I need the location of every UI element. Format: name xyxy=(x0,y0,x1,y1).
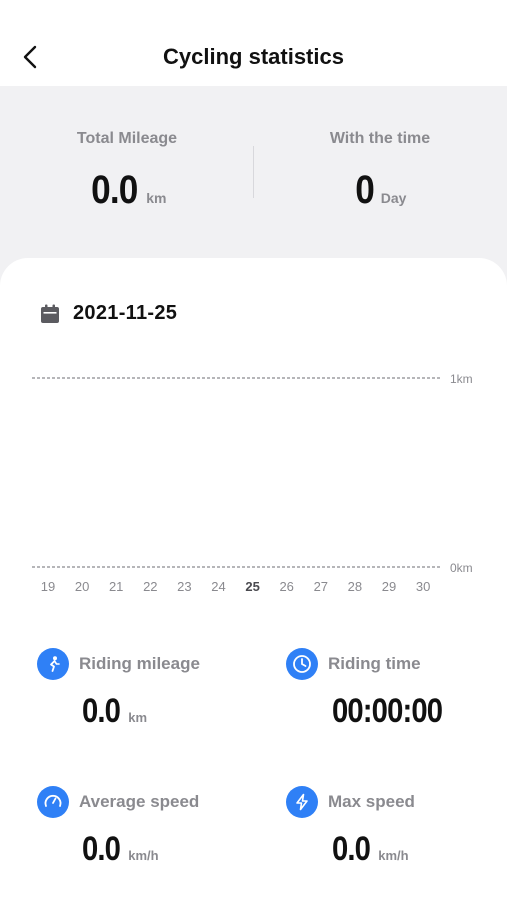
riding-mileage-label: Riding mileage xyxy=(79,654,200,673)
xtick-label-24[interactable]: 24 xyxy=(211,579,225,594)
average-speed-label: Average speed xyxy=(79,792,200,811)
riding-time-value: 00:00:00 xyxy=(332,692,443,730)
average-speed-unit: km/h xyxy=(128,848,159,863)
with-the-time-label: With the time xyxy=(329,130,431,147)
average-speed-stat: Average speed xyxy=(37,786,199,818)
speedometer-icon xyxy=(37,786,69,818)
xtick-label-19[interactable]: 19 xyxy=(41,579,55,594)
lightning-icon xyxy=(286,786,318,818)
xtick-label-25[interactable]: 25 xyxy=(245,579,259,594)
xtick-label-23[interactable]: 23 xyxy=(177,579,191,594)
with-the-time-summary: With the time 0 Day xyxy=(280,130,480,213)
cycling-icon xyxy=(37,648,69,680)
xtick-label-29[interactable]: 29 xyxy=(382,579,396,594)
summary-panel: Total Mileage 0.0 km With the time 0 Day xyxy=(0,86,507,261)
max-speed-label: Max speed xyxy=(328,792,415,811)
xtick-label-28[interactable]: 28 xyxy=(348,579,362,594)
riding-mileage-stat: Riding mileage xyxy=(37,648,200,680)
ytick-label-top: 1km xyxy=(450,372,473,386)
xtick-label-20[interactable]: 20 xyxy=(75,579,89,594)
max-speed-stat: Max speed xyxy=(286,786,415,818)
riding-mileage-value-row: 0.0 km xyxy=(82,692,147,731)
xtick-label-21[interactable]: 21 xyxy=(109,579,123,594)
statistics-card: 2021-11-25 1km 0km 19 20 21 22 23 24 25 26 27 28 29 3… xyxy=(0,258,507,900)
xtick-label-27[interactable]: 27 xyxy=(314,579,328,594)
ytick-label-bottom: 0km xyxy=(450,561,473,575)
xtick-label-30[interactable]: 30 xyxy=(416,579,430,594)
with-the-time-unit: Day xyxy=(380,190,407,206)
riding-mileage-value: 0.0 xyxy=(82,692,121,730)
total-mileage-label: Total Mileage xyxy=(76,130,178,147)
clock-icon xyxy=(286,648,318,680)
riding-mileage-unit: km xyxy=(128,710,148,725)
xtick-label-22[interactable]: 22 xyxy=(143,579,157,594)
summary-divider xyxy=(253,146,254,198)
max-speed-unit: km/h xyxy=(378,848,409,863)
average-speed-value: 0.0 xyxy=(82,830,121,868)
xtick-label-26[interactable]: 26 xyxy=(279,579,293,594)
total-mileage-value: 0.0 xyxy=(90,168,138,212)
total-mileage-summary: Total Mileage 0.0 km xyxy=(27,130,227,213)
riding-time-label: Riding time xyxy=(328,654,421,673)
page-title: Cycling statistics xyxy=(163,44,344,69)
riding-time-stat: Riding time xyxy=(286,648,421,680)
mileage-chart: 1km 0km 19 20 21 22 23 24 25 26 27 28 29 30 xyxy=(32,372,473,594)
app-header: Cycling statistics xyxy=(0,0,507,86)
total-mileage-unit: km xyxy=(146,190,167,206)
max-speed-value-row: 0.0 km/h xyxy=(332,830,409,869)
average-speed-value-row: 0.0 km/h xyxy=(82,830,159,869)
max-speed-value: 0.0 xyxy=(332,830,371,868)
with-the-time-value: 0 xyxy=(354,168,375,212)
riding-time-value-row: 00:00:00 xyxy=(332,692,460,731)
